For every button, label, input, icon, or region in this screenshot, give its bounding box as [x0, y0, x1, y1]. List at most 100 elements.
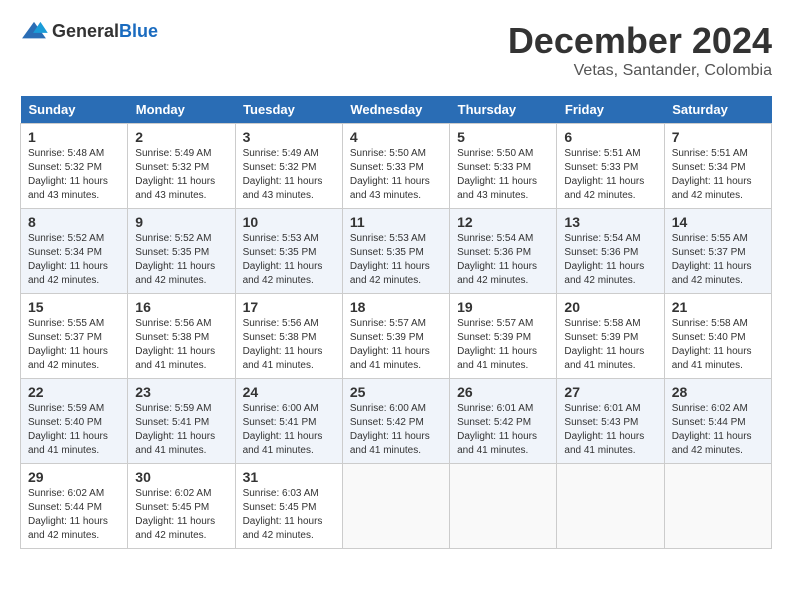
day-info: Sunrise: 5:48 AMSunset: 5:32 PMDaylight:… — [28, 147, 120, 203]
calendar-cell: 16 Sunrise: 5:56 AMSunset: 5:38 PMDayligh… — [128, 294, 235, 379]
day-info: Sunrise: 6:02 AMSunset: 5:44 PMDaylight:… — [672, 402, 764, 458]
calendar-cell: 31 Sunrise: 6:03 AMSunset: 5:45 PMDayligh… — [235, 464, 342, 549]
calendar-cell: 14 Sunrise: 5:55 AMSunset: 5:37 PMDayligh… — [664, 209, 771, 294]
day-number: 23 — [135, 384, 227, 400]
calendar-body: 1 Sunrise: 5:48 AMSunset: 5:32 PMDaylight… — [21, 124, 772, 549]
day-number: 13 — [564, 214, 656, 230]
calendar-header-row: SundayMondayTuesdayWednesdayThursdayFrid… — [21, 96, 772, 124]
logo-icon — [20, 20, 48, 42]
month-title: December 2024 — [508, 20, 772, 62]
calendar-cell: 30Sunrise: 6:02 AMSunset: 5:45 PMDayligh… — [128, 464, 235, 549]
day-number: 30 — [135, 469, 227, 485]
day-info: Sunrise: 5:50 AMSunset: 5:33 PMDaylight:… — [350, 147, 442, 203]
day-info: Sunrise: 6:01 AMSunset: 5:42 PMDaylight:… — [457, 402, 549, 458]
day-number: 1 — [28, 129, 120, 145]
calendar-header-friday: Friday — [557, 96, 664, 124]
calendar-cell: 21Sunrise: 5:58 AMSunset: 5:40 PMDayligh… — [664, 294, 771, 379]
calendar-cell: 10Sunrise: 5:53 AMSunset: 5:35 PMDayligh… — [235, 209, 342, 294]
calendar-cell: 25Sunrise: 6:00 AMSunset: 5:42 PMDayligh… — [342, 379, 449, 464]
day-number: 18 — [350, 299, 442, 315]
calendar-cell: 17 Sunrise: 5:56 AMSunset: 5:38 PMDayligh… — [235, 294, 342, 379]
day-info: Sunrise: 5:53 AMSunset: 5:35 PMDaylight:… — [350, 232, 442, 288]
day-info: Sunrise: 5:49 AMSunset: 5:32 PMDaylight:… — [135, 147, 227, 203]
day-info: Sunrise: 5:57 AMSunset: 5:39 PMDaylight:… — [350, 317, 442, 373]
day-info: Sunrise: 5:56 AMSunset: 5:38 PMDaylight:… — [135, 317, 227, 373]
logo-general: General — [52, 21, 119, 41]
day-number: 11 — [350, 214, 442, 230]
day-number: 31 — [243, 469, 335, 485]
day-number: 20 — [564, 299, 656, 315]
day-number: 2 — [135, 129, 227, 145]
day-info: Sunrise: 5:49 AMSunset: 5:32 PMDaylight:… — [243, 147, 335, 203]
day-info: Sunrise: 5:59 AMSunset: 5:41 PMDaylight:… — [135, 402, 227, 458]
calendar-week-row: 29Sunrise: 6:02 AMSunset: 5:44 PMDayligh… — [21, 464, 772, 549]
day-info: Sunrise: 6:02 AMSunset: 5:44 PMDaylight:… — [28, 487, 120, 543]
day-info: Sunrise: 6:00 AMSunset: 5:41 PMDaylight:… — [243, 402, 335, 458]
day-info: Sunrise: 5:54 AMSunset: 5:36 PMDaylight:… — [564, 232, 656, 288]
calendar-cell — [450, 464, 557, 549]
day-number: 25 — [350, 384, 442, 400]
calendar-cell: 24 Sunrise: 6:00 AMSunset: 5:41 PMDayligh… — [235, 379, 342, 464]
calendar-header-sunday: Sunday — [21, 96, 128, 124]
calendar-cell: 7 Sunrise: 5:51 AMSunset: 5:34 PMDaylight… — [664, 124, 771, 209]
day-info: Sunrise: 6:03 AMSunset: 5:45 PMDaylight:… — [243, 487, 335, 543]
day-number: 9 — [135, 214, 227, 230]
logo-blue: Blue — [119, 21, 158, 41]
calendar-cell — [342, 464, 449, 549]
day-info: Sunrise: 5:53 AMSunset: 5:35 PMDaylight:… — [243, 232, 335, 288]
day-number: 16 — [135, 299, 227, 315]
day-info: Sunrise: 5:58 AMSunset: 5:39 PMDaylight:… — [564, 317, 656, 373]
calendar-cell: 6Sunrise: 5:51 AMSunset: 5:33 PMDaylight… — [557, 124, 664, 209]
calendar-header-thursday: Thursday — [450, 96, 557, 124]
header: GeneralBlue December 2024 Vetas, Santand… — [20, 20, 772, 80]
day-number: 7 — [672, 129, 764, 145]
day-info: Sunrise: 5:55 AMSunset: 5:37 PMDaylight:… — [672, 232, 764, 288]
day-info: Sunrise: 5:50 AMSunset: 5:33 PMDaylight:… — [457, 147, 549, 203]
day-number: 14 — [672, 214, 764, 230]
calendar-cell: 28 Sunrise: 6:02 AMSunset: 5:44 PMDayligh… — [664, 379, 771, 464]
day-number: 24 — [243, 384, 335, 400]
calendar-cell: 5Sunrise: 5:50 AMSunset: 5:33 PMDaylight… — [450, 124, 557, 209]
day-number: 28 — [672, 384, 764, 400]
day-info: Sunrise: 5:51 AMSunset: 5:34 PMDaylight:… — [672, 147, 764, 203]
calendar-header-tuesday: Tuesday — [235, 96, 342, 124]
calendar-cell: 22Sunrise: 5:59 AMSunset: 5:40 PMDayligh… — [21, 379, 128, 464]
calendar-cell: 27Sunrise: 6:01 AMSunset: 5:43 PMDayligh… — [557, 379, 664, 464]
calendar-header-saturday: Saturday — [664, 96, 771, 124]
calendar-week-row: 22Sunrise: 5:59 AMSunset: 5:40 PMDayligh… — [21, 379, 772, 464]
calendar-cell: 19Sunrise: 5:57 AMSunset: 5:39 PMDayligh… — [450, 294, 557, 379]
calendar-cell: 29Sunrise: 6:02 AMSunset: 5:44 PMDayligh… — [21, 464, 128, 549]
day-number: 6 — [564, 129, 656, 145]
calendar-header-monday: Monday — [128, 96, 235, 124]
calendar-cell: 8Sunrise: 5:52 AMSunset: 5:34 PMDaylight… — [21, 209, 128, 294]
day-info: Sunrise: 5:58 AMSunset: 5:40 PMDaylight:… — [672, 317, 764, 373]
calendar-header-wednesday: Wednesday — [342, 96, 449, 124]
day-number: 3 — [243, 129, 335, 145]
day-number: 27 — [564, 384, 656, 400]
calendar-cell: 13 Sunrise: 5:54 AMSunset: 5:36 PMDayligh… — [557, 209, 664, 294]
calendar-cell: 23 Sunrise: 5:59 AMSunset: 5:41 PMDayligh… — [128, 379, 235, 464]
calendar-table: SundayMondayTuesdayWednesdayThursdayFrid… — [20, 96, 772, 549]
calendar-cell: 26 Sunrise: 6:01 AMSunset: 5:42 PMDayligh… — [450, 379, 557, 464]
day-number: 26 — [457, 384, 549, 400]
calendar-week-row: 8Sunrise: 5:52 AMSunset: 5:34 PMDaylight… — [21, 209, 772, 294]
day-number: 12 — [457, 214, 549, 230]
day-number: 4 — [350, 129, 442, 145]
calendar-cell — [557, 464, 664, 549]
location-title: Vetas, Santander, Colombia — [508, 62, 772, 80]
calendar-cell: 12 Sunrise: 5:54 AMSunset: 5:36 PMDayligh… — [450, 209, 557, 294]
day-info: Sunrise: 5:55 AMSunset: 5:37 PMDaylight:… — [28, 317, 120, 373]
day-info: Sunrise: 5:56 AMSunset: 5:38 PMDaylight:… — [243, 317, 335, 373]
day-number: 8 — [28, 214, 120, 230]
calendar-cell: 2 Sunrise: 5:49 AMSunset: 5:32 PMDaylight… — [128, 124, 235, 209]
day-number: 17 — [243, 299, 335, 315]
logo: GeneralBlue — [20, 20, 158, 42]
calendar-cell: 11 Sunrise: 5:53 AMSunset: 5:35 PMDayligh… — [342, 209, 449, 294]
calendar-cell — [664, 464, 771, 549]
calendar-week-row: 15Sunrise: 5:55 AMSunset: 5:37 PMDayligh… — [21, 294, 772, 379]
day-info: Sunrise: 5:52 AMSunset: 5:35 PMDaylight:… — [135, 232, 227, 288]
calendar-week-row: 1 Sunrise: 5:48 AMSunset: 5:32 PMDaylight… — [21, 124, 772, 209]
day-info: Sunrise: 5:59 AMSunset: 5:40 PMDaylight:… — [28, 402, 120, 458]
calendar-cell: 9 Sunrise: 5:52 AMSunset: 5:35 PMDaylight… — [128, 209, 235, 294]
day-info: Sunrise: 5:54 AMSunset: 5:36 PMDaylight:… — [457, 232, 549, 288]
